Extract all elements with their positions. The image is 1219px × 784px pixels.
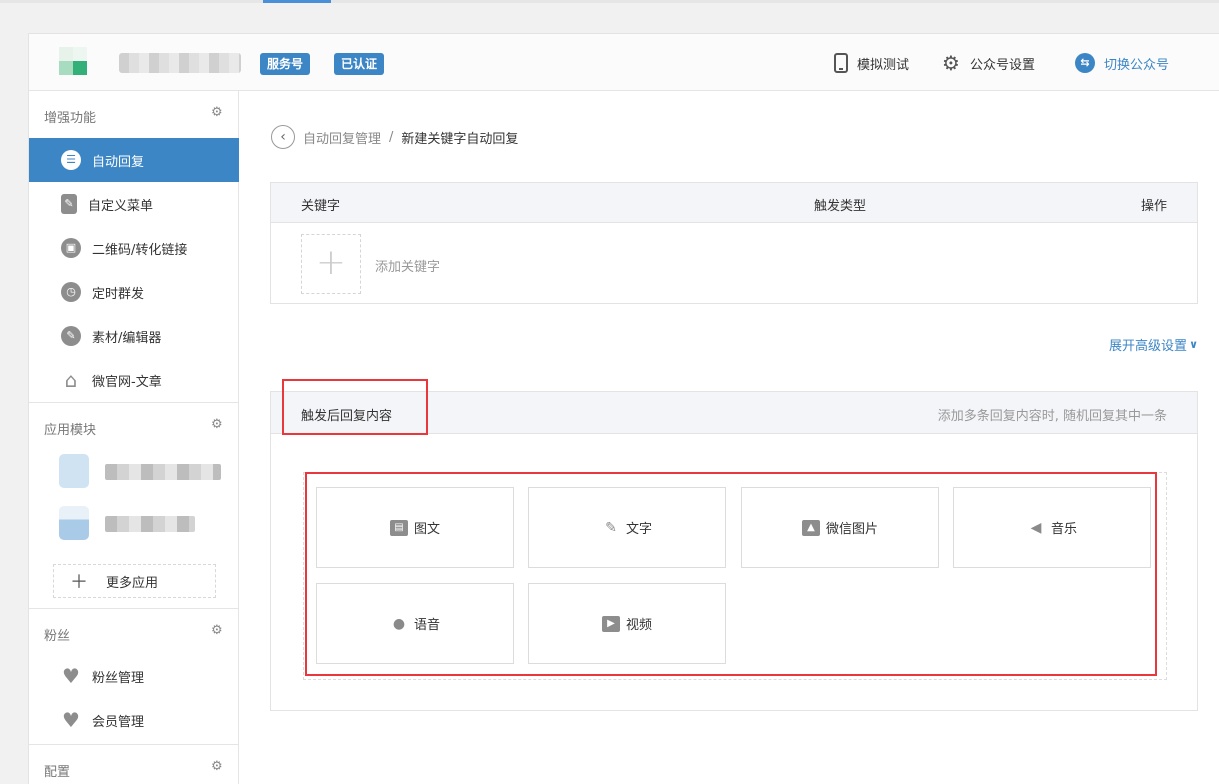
sidebar-item-label: 微官网-文章	[92, 374, 162, 390]
home-icon: ⌂	[64, 368, 78, 392]
service-account-badge: 服务号	[260, 53, 311, 75]
sidebar-item-label: 素材/编辑器	[92, 330, 162, 346]
account-avatar	[59, 47, 91, 77]
switch-account-label: 切换公众号	[1104, 57, 1170, 73]
keyword-table: 关键字 触发类型 操作 + 添加关键字	[270, 182, 1198, 304]
active-tab-indicator	[263, 0, 331, 3]
section-settings-icon[interactable]: ⚙	[211, 759, 223, 774]
sidebar-item-micro-site[interactable]: ⌂ 微官网-文章	[29, 358, 239, 402]
account-settings-label: 公众号设置	[970, 57, 1036, 73]
main-content: ‹ 自动回复管理 / 新建关键字自动回复 关键字 触发类型 操作 + 添加关键字…	[240, 91, 1219, 784]
app-frame: 服务号 已认证 模拟测试 ⚙ 公众号设置 ⇆ 切换公众号 增强功能 ⚙ ☰ 自动…	[28, 33, 1219, 784]
phone-icon	[834, 53, 848, 73]
column-header-trigger-type: 触发类型	[814, 199, 867, 214]
sidebar-item-label: 粉丝管理	[92, 670, 145, 686]
section-divider	[29, 744, 239, 745]
section-title-enhanced: 增强功能	[44, 111, 97, 126]
app-thumbnail	[59, 454, 89, 488]
section-title-config: 配置	[44, 765, 71, 780]
app-thumbnail	[59, 506, 89, 540]
sidebar: 增强功能 ⚙ ☰ 自动回复 ✎ 自定义菜单 ▣ 二维码/转化链接 ◷ 定时群发 …	[29, 91, 239, 784]
top-header: 服务号 已认证 模拟测试 ⚙ 公众号设置 ⇆ 切换公众号	[29, 34, 1219, 91]
simulate-test-button[interactable]: 模拟测试	[834, 51, 909, 75]
breadcrumb: ‹ 自动回复管理 / 新建关键字自动回复	[271, 125, 518, 149]
chat-icon: ☰	[61, 150, 81, 170]
switch-account-button[interactable]: ⇆ 切换公众号	[1075, 51, 1169, 75]
simulate-test-label: 模拟测试	[857, 57, 910, 73]
sidebar-item-custom-menu[interactable]: ✎ 自定义菜单	[29, 182, 239, 226]
section-title-fans: 粉丝	[44, 629, 71, 644]
pencil-icon: ✎	[61, 326, 81, 346]
add-keyword-button[interactable]: +	[301, 234, 361, 294]
section-title-app-modules: 应用模块	[44, 423, 97, 438]
verified-badge: 已认证	[334, 53, 385, 75]
sidebar-item-scheduled-send[interactable]: ◷ 定时群发	[29, 270, 239, 314]
qrcode-icon: ▣	[61, 238, 81, 258]
browser-tab-strip	[0, 0, 1219, 3]
chevron-down-icon: ∨	[1189, 338, 1198, 351]
sidebar-item-label: 二维码/转化链接	[92, 242, 188, 258]
breadcrumb-current: 新建关键字自动回复	[401, 131, 519, 147]
sidebar-item-member-management[interactable]: ♥ 会员管理	[29, 698, 239, 742]
plus-icon: ＋	[70, 572, 88, 593]
reply-content-hint: 添加多条回复内容时, 随机回复其中一条	[937, 409, 1167, 424]
heart-icon: ♥	[62, 708, 80, 732]
account-name-blurred	[119, 53, 241, 73]
more-apps-label: 更多应用	[106, 575, 159, 591]
section-divider	[29, 402, 239, 403]
expand-advanced-settings-link[interactable]: 展开高级设置 ∨	[1109, 335, 1198, 354]
sidebar-item-fan-management[interactable]: ♥ 粉丝管理	[29, 654, 239, 698]
app-module-item[interactable]	[59, 454, 229, 494]
heart-icon: ♥	[62, 664, 80, 688]
sidebar-item-label: 自动回复	[92, 154, 145, 170]
section-divider	[29, 608, 239, 609]
breadcrumb-separator: /	[389, 129, 394, 145]
sidebar-item-materials[interactable]: ✎ 素材/编辑器	[29, 314, 239, 358]
section-settings-icon[interactable]: ⚙	[211, 417, 223, 432]
sidebar-item-label: 定时群发	[92, 286, 145, 302]
reply-content-panel: 触发后回复内容 添加多条回复内容时, 随机回复其中一条 ▤ 图文 ✎ 文字 ▲ …	[270, 379, 1198, 711]
highlight-box-title	[282, 379, 428, 435]
column-header-keyword: 关键字	[301, 199, 341, 214]
app-name-blurred	[105, 464, 221, 480]
document-edit-icon: ✎	[61, 194, 77, 214]
switch-icon: ⇆	[1075, 53, 1095, 73]
account-settings-button[interactable]: ⚙ 公众号设置	[941, 51, 1035, 75]
gear-icon: ⚙	[942, 51, 960, 75]
section-settings-icon[interactable]: ⚙	[211, 623, 223, 638]
breadcrumb-parent-link[interactable]: 自动回复管理	[303, 128, 381, 147]
advanced-settings-label: 展开高级设置	[1109, 339, 1188, 354]
clock-icon: ◷	[61, 282, 81, 302]
sidebar-item-qrcode[interactable]: ▣ 二维码/转化链接	[29, 226, 239, 270]
app-module-item[interactable]	[59, 506, 229, 546]
section-settings-icon[interactable]: ⚙	[211, 105, 223, 120]
more-apps-button[interactable]: ＋ 更多应用	[53, 564, 216, 598]
reply-content-header: 触发后回复内容 添加多条回复内容时, 随机回复其中一条	[271, 379, 1197, 435]
sidebar-item-label: 会员管理	[92, 714, 145, 730]
keyword-table-header: 关键字 触发类型 操作	[271, 183, 1197, 223]
sidebar-item-auto-reply[interactable]: ☰ 自动回复	[29, 138, 239, 182]
back-icon[interactable]: ‹	[271, 125, 295, 149]
highlight-box-reply-types	[305, 472, 1157, 676]
add-keyword-label[interactable]: 添加关键字	[375, 256, 440, 275]
app-name-blurred	[105, 516, 195, 532]
column-header-actions: 操作	[1140, 199, 1167, 214]
sidebar-item-label: 自定义菜单	[88, 198, 154, 214]
